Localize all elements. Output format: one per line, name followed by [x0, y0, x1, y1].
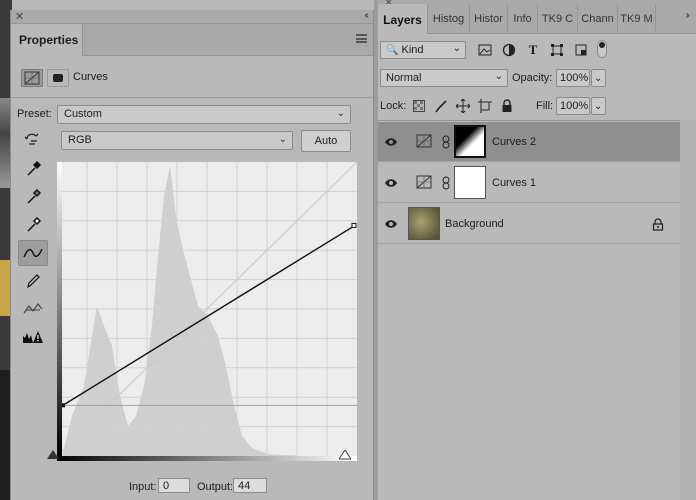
pencil-icon[interactable]	[18, 268, 48, 294]
close-icon[interactable]: ✕	[15, 10, 24, 23]
tab-channels[interactable]: Chann	[578, 4, 618, 34]
eye-icon[interactable]	[384, 176, 398, 190]
search-icon: 🔍	[386, 45, 399, 56]
black-point-eyedropper-icon[interactable]	[18, 156, 48, 182]
panel-top-bar: ✕ ‹‹	[11, 10, 373, 24]
properties-tab-bar: Properties	[11, 24, 373, 56]
chevron-down-icon: ⌄	[494, 71, 503, 82]
layers-scrollbar[interactable]	[680, 120, 696, 500]
eye-icon[interactable]	[384, 217, 398, 231]
shape-filter-icon[interactable]	[548, 41, 566, 59]
link-icon[interactable]	[442, 176, 450, 190]
input-gradient-bar	[57, 456, 357, 461]
adjustment-title: Curves	[73, 71, 108, 83]
lock-all-icon[interactable]	[498, 97, 516, 115]
type-filter-icon[interactable]: T	[524, 41, 542, 59]
curves-toolbar	[18, 156, 48, 352]
tab-tk9-c[interactable]: TK9 C	[538, 4, 578, 34]
adjustment-header: Curves	[11, 56, 373, 98]
curve-point-white	[351, 222, 357, 228]
input-field[interactable]: 0	[158, 478, 190, 493]
chevron-down-icon: ⌄	[594, 73, 603, 84]
eye-icon[interactable]	[384, 135, 398, 149]
histogram	[62, 166, 362, 456]
panel-menu-icon[interactable]	[356, 34, 367, 43]
adjustment-filter-icon[interactable]	[500, 41, 518, 59]
layer-name[interactable]: Curves 2	[492, 136, 536, 148]
output-gradient-bar	[57, 162, 62, 456]
image-filter-icon[interactable]	[476, 41, 494, 59]
curves-graph[interactable]	[56, 161, 362, 457]
chevron-down-icon: ⌄	[278, 134, 287, 145]
curve-points-icon[interactable]	[18, 240, 48, 266]
separator	[378, 120, 696, 121]
layer-row-curves-2[interactable]: Curves 2	[378, 122, 680, 162]
curves-adjustment-icon	[416, 134, 432, 148]
tab-tk9-m[interactable]: TK9 M	[618, 4, 656, 34]
curves-adjustment-icon	[416, 175, 432, 189]
layer-row-curves-1[interactable]: Curves 1	[378, 163, 680, 203]
mask-icon[interactable]	[47, 69, 69, 87]
fill-label: Fill:	[536, 100, 554, 112]
collapse-icon[interactable]: ‹‹	[364, 10, 368, 21]
preset-value: Custom	[64, 108, 102, 120]
targeted-adjustment-icon[interactable]	[23, 129, 45, 149]
gray-point-eyedropper-icon[interactable]	[18, 184, 48, 210]
tab-history[interactable]: Histor	[470, 4, 508, 34]
padlock-icon[interactable]	[652, 218, 664, 231]
preset-select[interactable]: Custom ⌄	[57, 105, 351, 124]
layer-mask-thumbnail[interactable]	[454, 125, 486, 158]
filter-kind-select[interactable]: 🔍 Kind ⌄	[380, 41, 466, 59]
blend-mode-value: Normal	[386, 72, 422, 84]
layer-thumbnail[interactable]	[408, 207, 440, 240]
layer-name[interactable]: Curves 1	[492, 177, 536, 189]
lock-position-icon[interactable]	[454, 97, 472, 115]
layers-panel: ✕ Layers Histog Histor Info TK9 C Chann …	[378, 0, 696, 500]
chevron-down-icon: ⌄	[452, 43, 461, 54]
layer-name[interactable]: Background	[445, 218, 504, 230]
fill-field[interactable]: 100%	[556, 97, 590, 115]
channel-value: RGB	[68, 134, 92, 146]
opacity-label: Opacity:	[512, 72, 553, 84]
filter-toggle-icon[interactable]	[597, 40, 607, 58]
clipping-warning-icon[interactable]	[18, 324, 48, 350]
opacity-field[interactable]: 100%	[556, 69, 590, 87]
chevron-down-icon: ⌄	[336, 108, 345, 119]
opacity-dropdown[interactable]: ⌄	[591, 69, 606, 87]
layers-tab-bar: Layers Histog Histor Info TK9 C Chann TK…	[378, 4, 696, 34]
tab-info[interactable]: Info	[508, 4, 538, 34]
preset-label: Preset:	[17, 108, 52, 120]
white-point-slider[interactable]	[338, 449, 352, 463]
black-point-slider[interactable]	[47, 450, 59, 463]
tab-histogram[interactable]: Histog	[428, 4, 470, 34]
link-icon[interactable]	[442, 135, 450, 149]
tab-layers[interactable]: Layers	[378, 4, 428, 34]
smooth-icon[interactable]	[18, 296, 48, 322]
blend-mode-select[interactable]: Normal ⌄	[380, 69, 508, 87]
tab-properties[interactable]: Properties	[11, 24, 83, 56]
channel-select[interactable]: RGB ⌄	[61, 131, 293, 150]
curves-adjustment-icon[interactable]	[21, 69, 43, 87]
output-field[interactable]: 44	[233, 478, 267, 493]
properties-panel: ✕ ‹‹ Properties Curves Preset: Custom ⌄ …	[10, 10, 374, 500]
output-label: Output:	[197, 481, 234, 493]
fill-dropdown[interactable]: ⌄	[591, 97, 606, 115]
lock-artboard-icon[interactable]	[476, 97, 494, 115]
collapse-icon[interactable]: ››	[685, 10, 689, 21]
layer-row-background[interactable]: Background	[378, 204, 680, 244]
layer-mask-thumbnail[interactable]	[454, 166, 486, 199]
filter-kind-value: Kind	[401, 44, 424, 56]
lock-image-icon[interactable]	[432, 97, 450, 115]
white-point-eyedropper-icon[interactable]	[18, 212, 48, 238]
auto-button[interactable]: Auto	[301, 130, 351, 152]
smart-object-filter-icon[interactable]	[572, 41, 590, 59]
input-label: Input:	[129, 481, 157, 493]
lock-label: Lock:	[380, 100, 407, 112]
chevron-down-icon: ⌄	[594, 101, 603, 112]
lock-transparent-icon[interactable]	[410, 97, 428, 115]
